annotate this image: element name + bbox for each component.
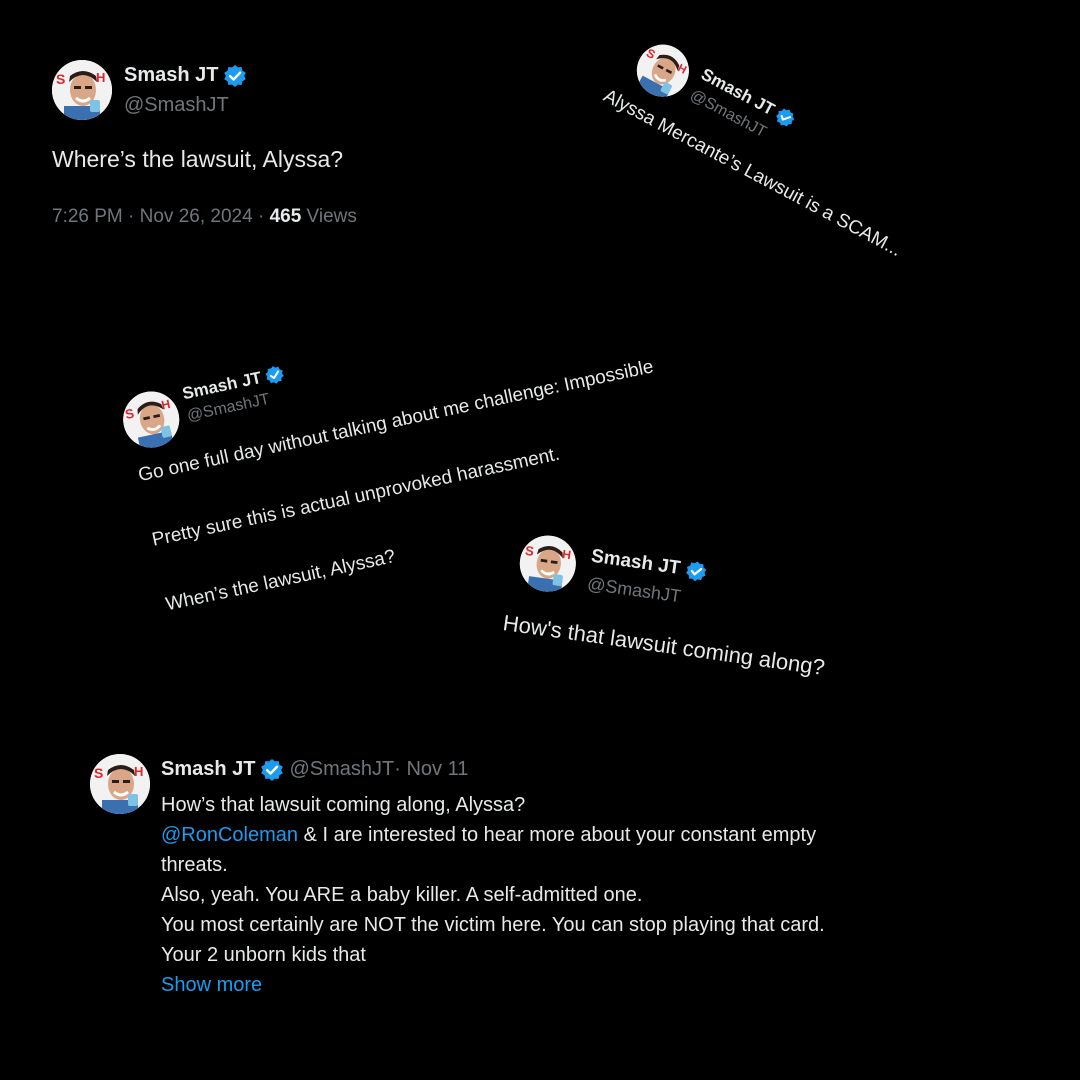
- verified-badge-icon: [684, 560, 708, 583]
- tweet-text-line-3: When’s the lawsuit, Alyssa?: [163, 546, 398, 616]
- tweet-card-4: Smash JT @SmashJT How's that lawsuit com…: [501, 532, 921, 726]
- tweet-text-line-4: Also, yeah. You ARE a baby killer. A sel…: [161, 884, 643, 906]
- tweet-text-line-2: @RonColeman & I are interested to hear m…: [161, 820, 825, 850]
- verified-badge-icon: [224, 64, 247, 87]
- tweet-card-1: Smash JT @SmashJT Where’s the lawsuit, A…: [52, 60, 572, 240]
- tweet-card-2: Smash JT @SmashJT Alyssa Mercante’s Laws…: [584, 20, 958, 295]
- tweet-timestamp[interactable]: 7:26 PM · Nov 26, 2024 ·: [52, 206, 270, 227]
- tweet-card-5: Smash JT @SmashJT · Nov 11 How’s that la…: [90, 754, 990, 1004]
- tweet-text: How's that lawsuit coming along?: [501, 610, 827, 681]
- author-handle[interactable]: @SmashJT: [124, 94, 229, 117]
- avatar[interactable]: [90, 754, 150, 814]
- author-name[interactable]: Smash JT: [124, 64, 218, 87]
- author-name[interactable]: Smash JT: [161, 758, 255, 781]
- tweet-text-line-5: You most certainly are NOT the victim he…: [161, 914, 825, 936]
- avatar[interactable]: [118, 386, 185, 453]
- mention-link[interactable]: @RonColeman: [161, 824, 298, 846]
- tweet-text-line-1: How’s that lawsuit coming along, Alyssa?: [161, 794, 526, 816]
- verified-badge-icon: [264, 364, 286, 386]
- tweet-text-line-6: Your 2 unborn kids that: [161, 944, 366, 966]
- tweet-text-line-2-rest: & I are interested to hear more about yo…: [298, 824, 817, 846]
- verified-badge-icon: [261, 758, 284, 781]
- avatar[interactable]: [52, 60, 112, 120]
- verified-badge-icon: [773, 105, 798, 130]
- views-count: 465: [269, 206, 302, 227]
- tweet-date[interactable]: · Nov 11: [394, 758, 468, 781]
- avatar[interactable]: [627, 35, 699, 106]
- tweet-text-line-3: threats.: [161, 854, 228, 876]
- tweet-text: Where’s the lawsuit, Alyssa?: [52, 146, 344, 172]
- tweet-card-3: Smash JT @SmashJT Go one full day withou…: [118, 265, 788, 615]
- show-more-link[interactable]: Show more: [161, 970, 825, 1000]
- tweet-text: Alyssa Mercante’s Lawsuit is a SCAM...: [599, 85, 905, 261]
- avatar[interactable]: [516, 532, 580, 596]
- tweet-text-line-1: Go one full day without talking about me…: [136, 356, 656, 487]
- author-handle[interactable]: @SmashJT: [289, 758, 394, 781]
- views-label: Views: [301, 206, 357, 227]
